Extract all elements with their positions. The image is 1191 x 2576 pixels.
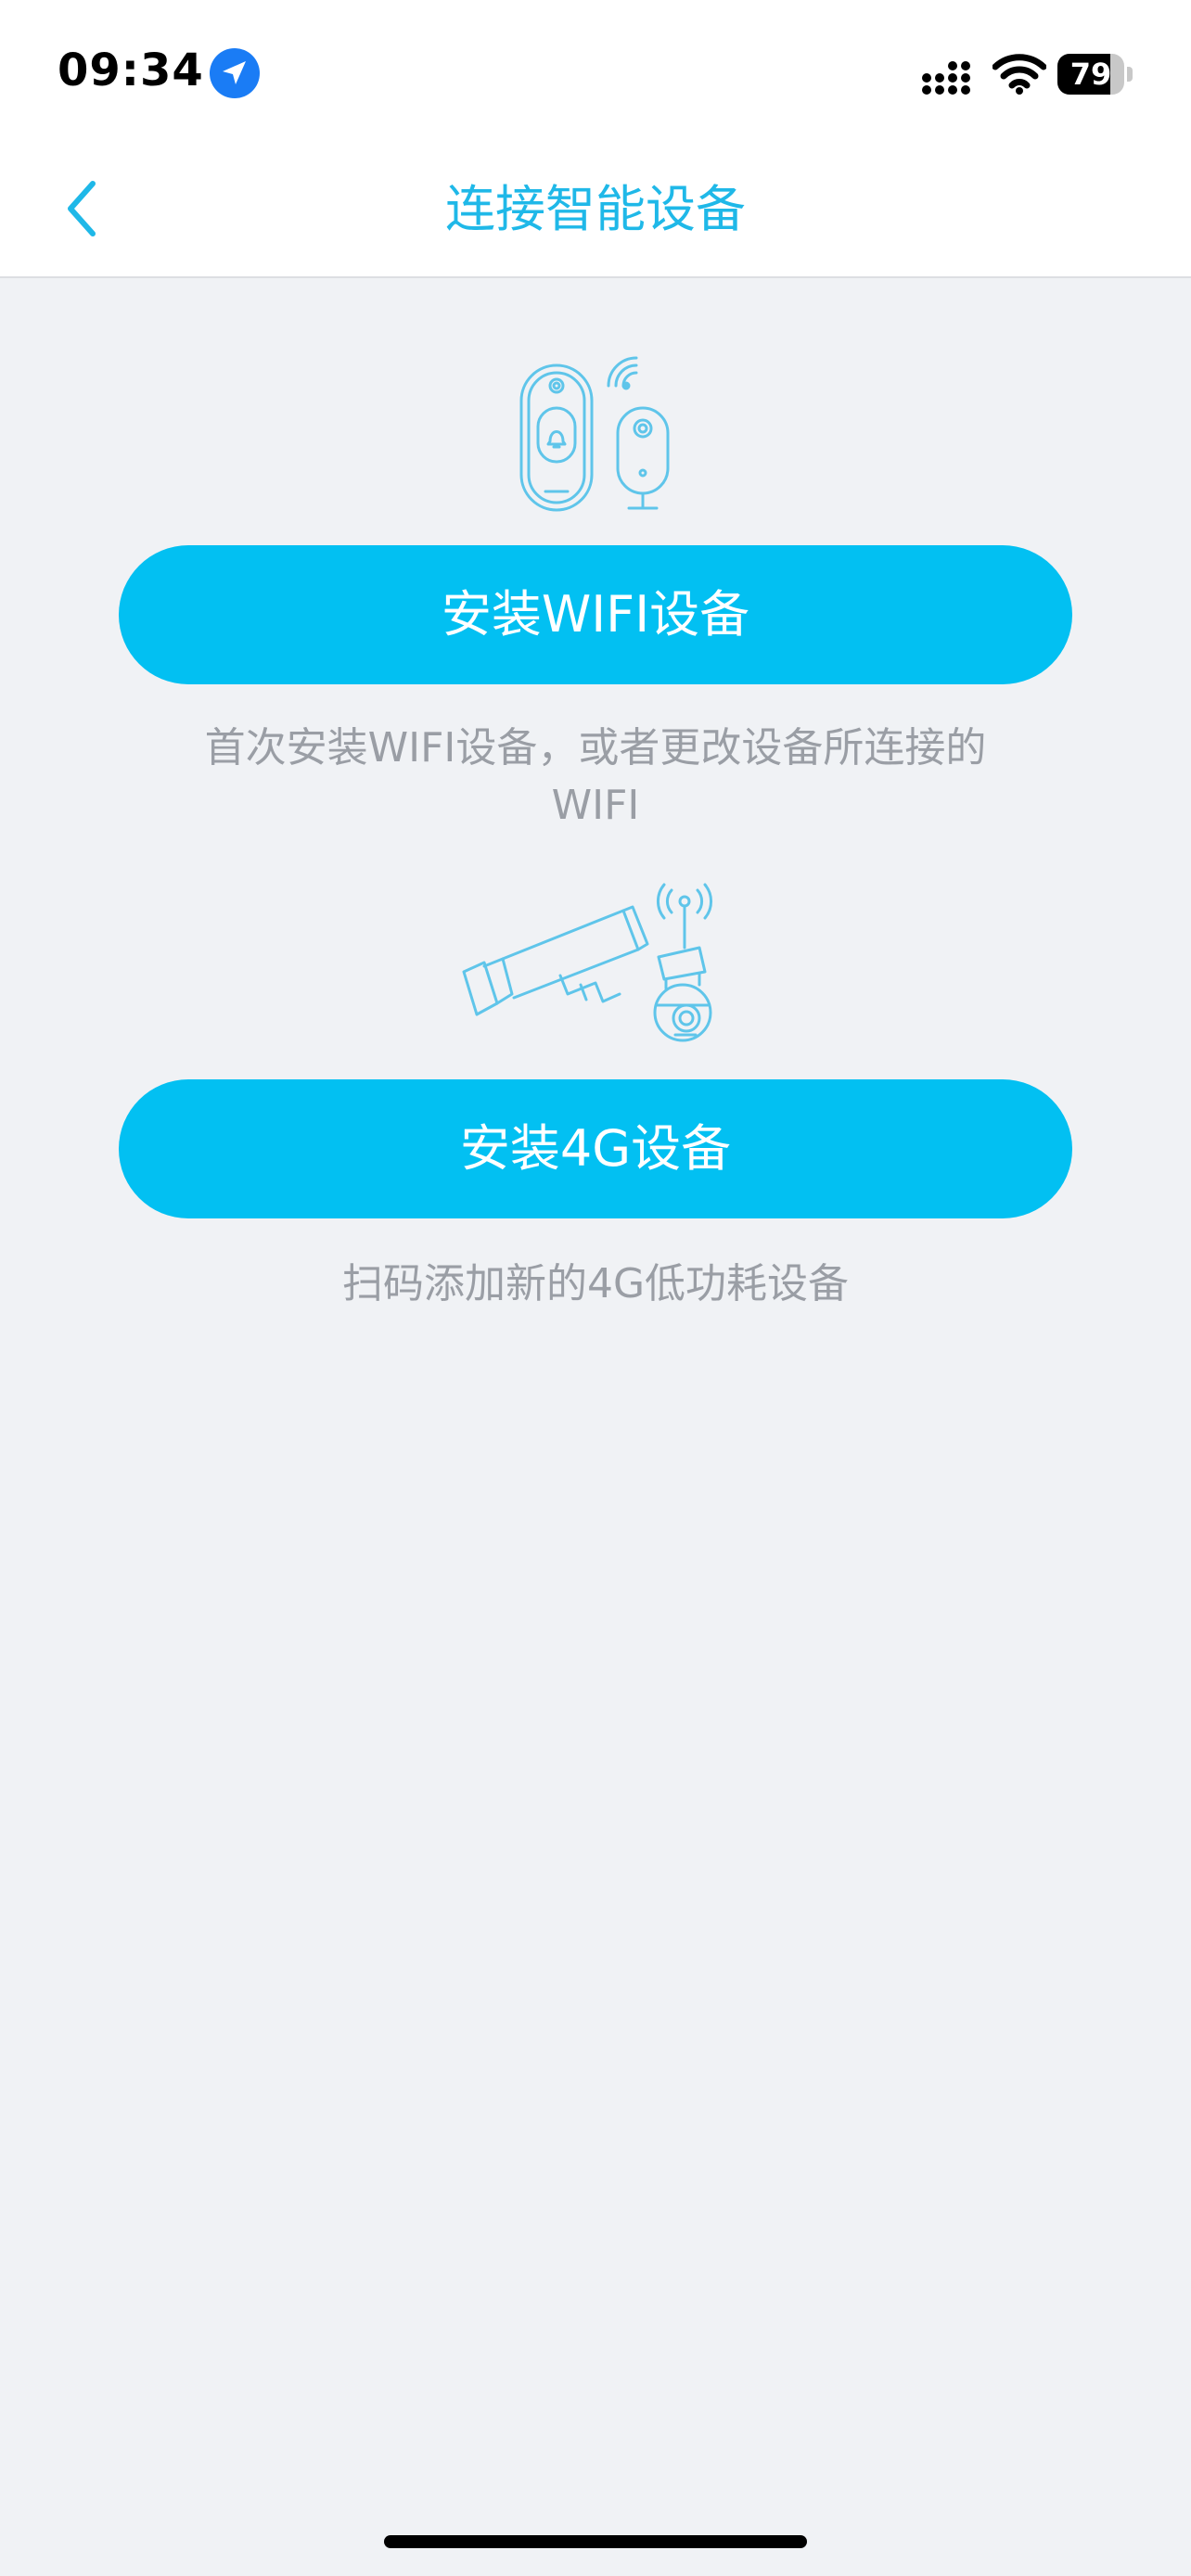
install-wifi-device-button[interactable]: 安装WIFI设备 [119, 545, 1072, 684]
screen: 09:34 79 连接智能设备 安装WIFI设备 首次安装WIFI设备，或者更改… [0, 0, 1191, 2576]
wifi-doorbell-camera-illustration [519, 356, 670, 512]
4g-device-description: 扫码添加新的4G低功耗设备 [341, 1260, 850, 1307]
battery-indicator: 79 [1057, 54, 1133, 95]
status-time: 09:34 [58, 45, 204, 96]
wifi-device-description: 首次安装WIFI设备，或者更改设备所连接的WIFI [204, 724, 987, 829]
wifi-icon [992, 54, 1046, 95]
home-indicator[interactable] [384, 2535, 807, 2548]
battery-level: 79 [1069, 57, 1112, 92]
top-bar: 09:34 79 连接智能设备 [0, 0, 1191, 278]
battery-tip [1127, 67, 1133, 82]
install-4g-device-button[interactable]: 安装4G设备 [119, 1079, 1072, 1218]
page-title: 连接智能设备 [445, 180, 746, 238]
battery-body: 79 [1057, 54, 1124, 95]
4g-camera-illustration [462, 883, 712, 1042]
cellular-signal-icon [922, 61, 970, 95]
location-arrow-icon [210, 48, 260, 98]
